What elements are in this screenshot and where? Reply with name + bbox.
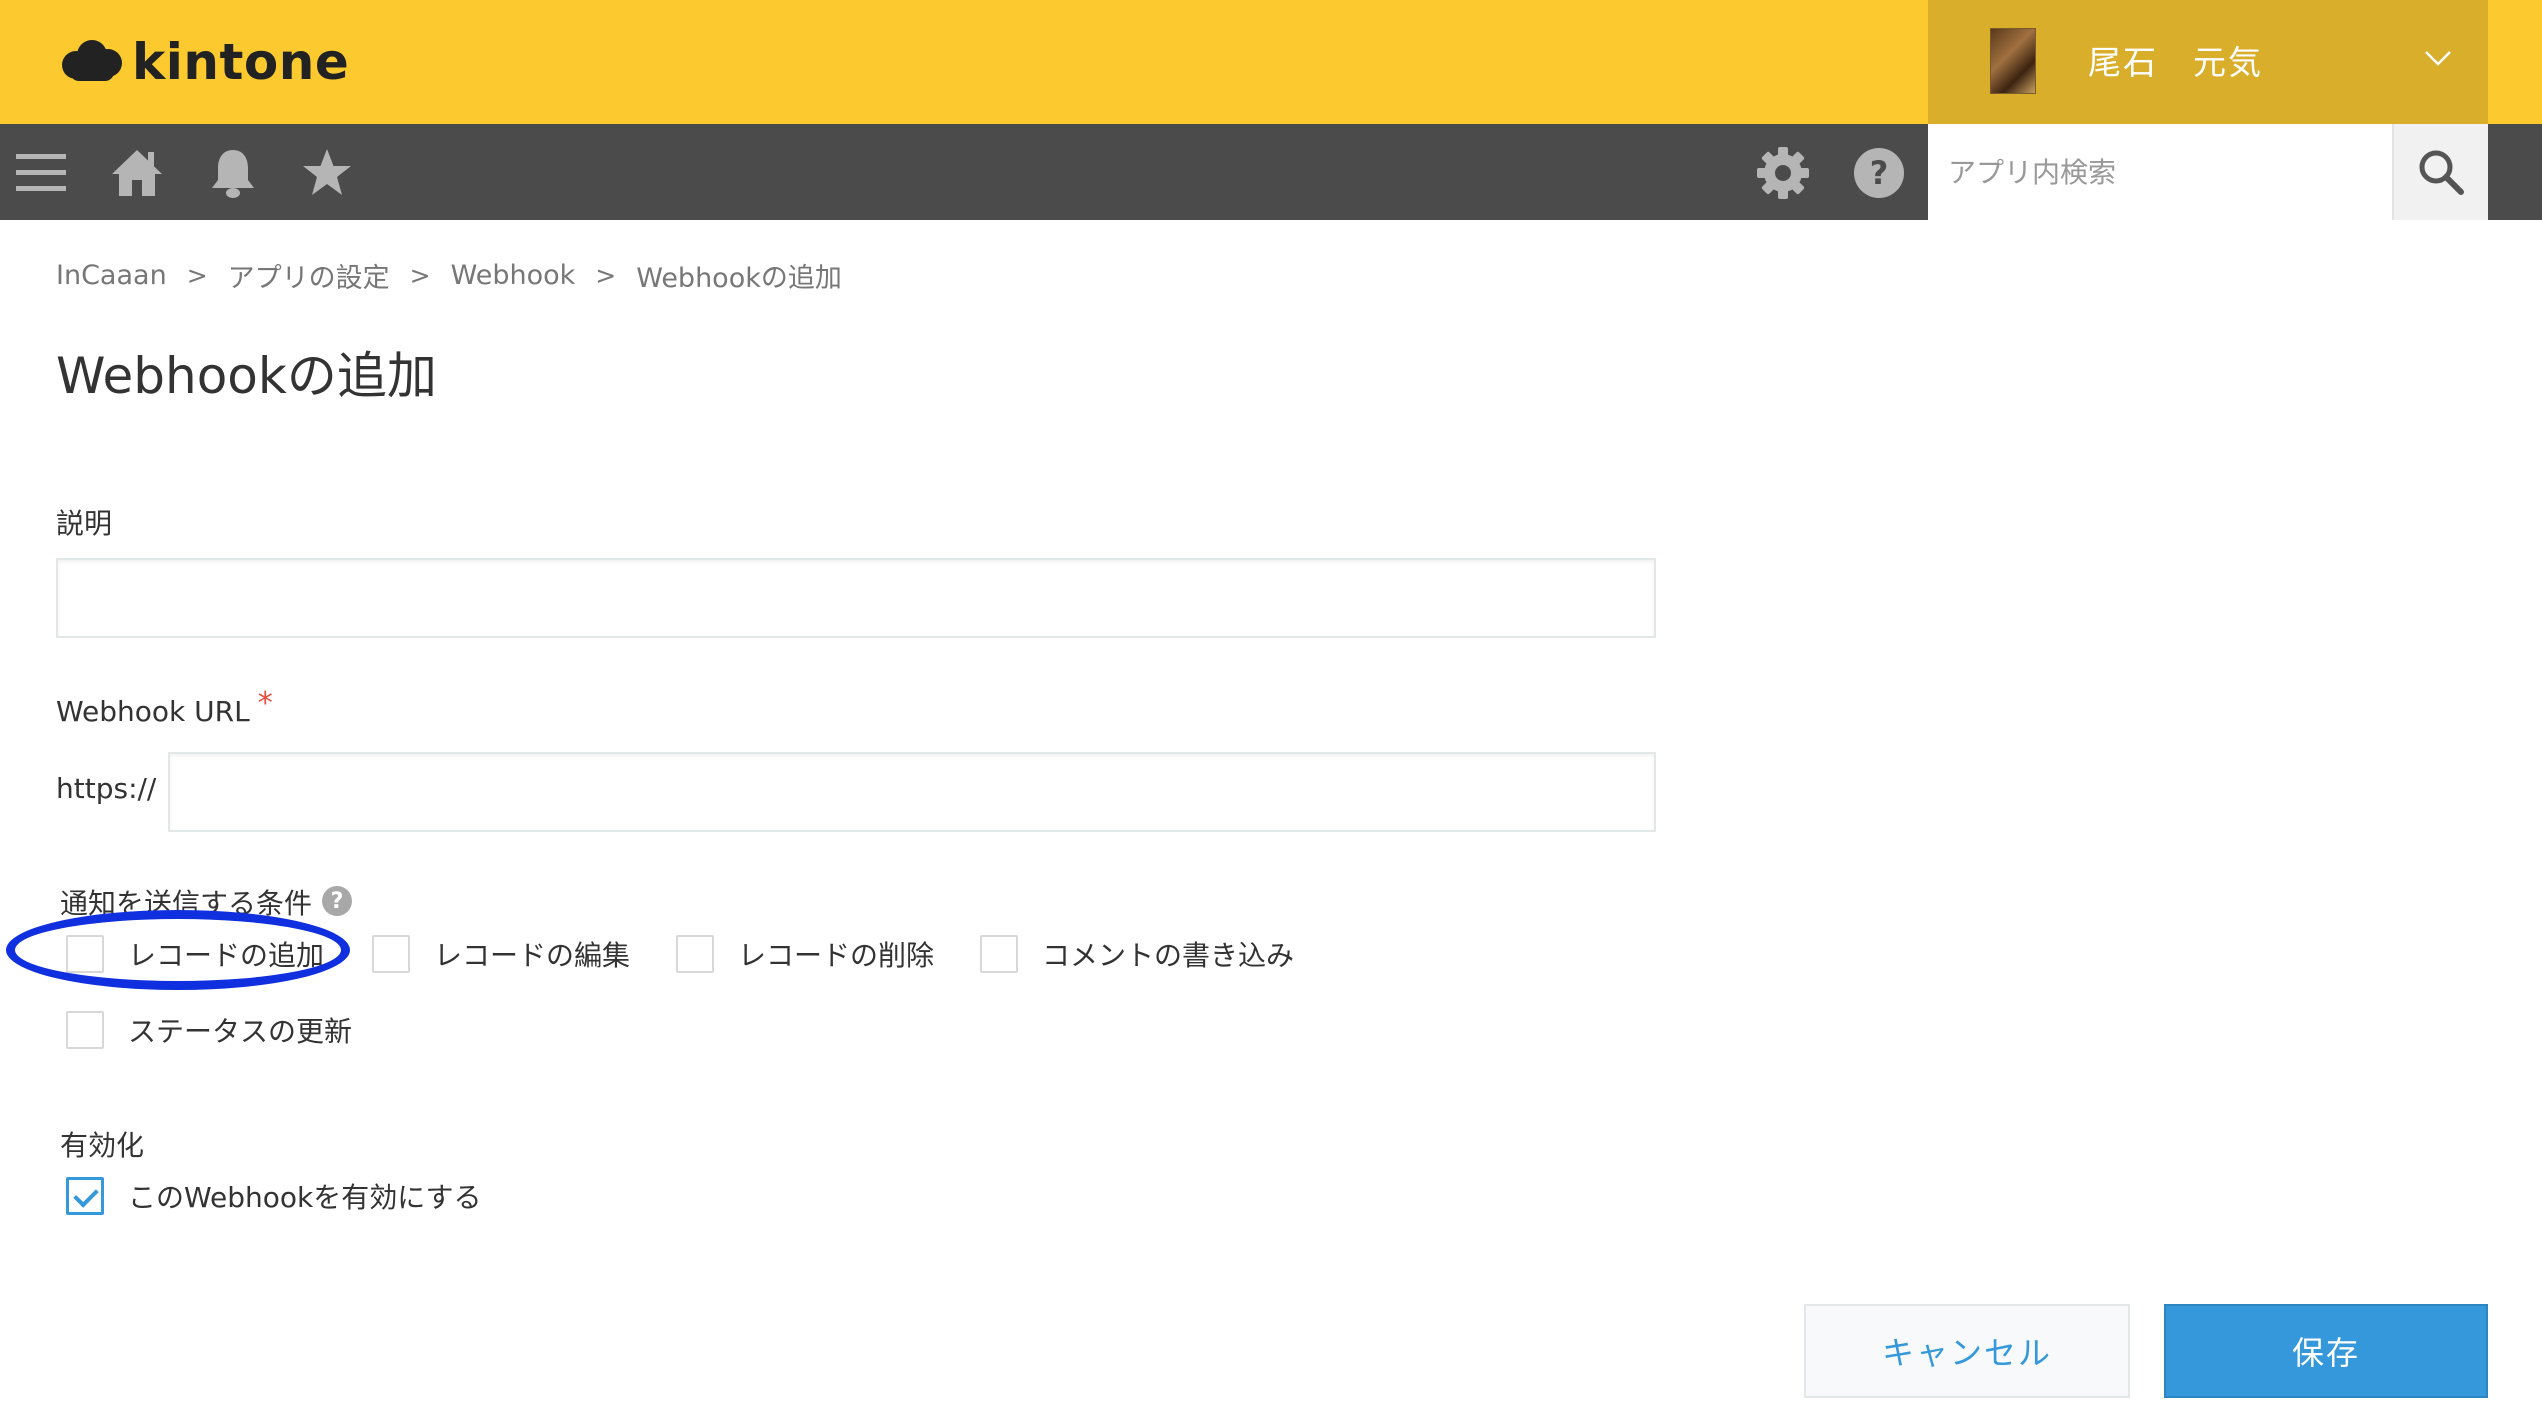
checkbox[interactable] — [676, 935, 714, 973]
checkbox[interactable] — [980, 935, 1018, 973]
bell-icon[interactable] — [206, 146, 260, 200]
breadcrumb-item-current: Webhookの追加 — [636, 263, 842, 294]
webhook-url-label: Webhook URL * — [56, 686, 273, 729]
breadcrumb-separator: > — [409, 261, 431, 290]
checkbox-label: このWebhookを有効にする — [128, 1181, 482, 1214]
breadcrumb-item-app-settings[interactable]: アプリの設定 — [228, 256, 390, 295]
condition-status-update[interactable]: ステータスの更新 — [66, 1010, 352, 1050]
enable-label: 有効化 — [60, 1129, 145, 1162]
breadcrumb-separator: > — [186, 261, 208, 290]
page-title: Webhookの追加 — [56, 347, 437, 405]
checkbox-label: コメントの書き込み — [1042, 939, 1295, 972]
breadcrumb-separator: > — [595, 261, 617, 290]
menu-icon[interactable] — [14, 146, 68, 200]
checkbox-label: レコードの削除 — [738, 939, 935, 972]
description-label: 説明 — [56, 507, 113, 540]
required-mark: * — [257, 686, 273, 721]
condition-record-add[interactable]: レコードの追加 — [66, 934, 324, 974]
breadcrumb-item-webhook[interactable]: Webhook — [451, 260, 576, 291]
enable-webhook[interactable]: このWebhookを有効にする — [66, 1176, 482, 1216]
logo-text: kintone — [132, 33, 350, 91]
user-name: 尾石 元気 — [2088, 43, 2263, 82]
webhook-url-input[interactable] — [168, 752, 1656, 832]
breadcrumb-item-app[interactable]: InCaaan — [56, 260, 167, 291]
webhook-url-label-text: Webhook URL — [56, 695, 250, 728]
help-icon[interactable]: ? — [1852, 146, 1906, 200]
checkbox-label: レコードの編集 — [434, 939, 631, 972]
search-icon — [2419, 150, 2464, 195]
breadcrumb: InCaaan > アプリの設定 > Webhook > Webhookの追加 — [56, 256, 842, 295]
url-prefix: https:// — [56, 772, 157, 805]
app-search-input[interactable] — [1928, 124, 2394, 220]
condition-record-delete[interactable]: レコードの削除 — [676, 934, 934, 974]
help-icon[interactable]: ? — [322, 886, 352, 916]
home-icon[interactable] — [110, 146, 164, 200]
svg-text:?: ? — [1870, 154, 1889, 192]
cancel-button[interactable]: キャンセル — [1804, 1304, 2130, 1398]
star-icon[interactable] — [300, 146, 354, 200]
checkbox[interactable] — [66, 1011, 104, 1049]
avatar — [1990, 28, 2036, 94]
user-menu[interactable]: 尾石 元気 — [1928, 0, 2488, 124]
description-input[interactable] — [56, 558, 1656, 638]
search-button[interactable] — [2392, 124, 2488, 220]
checkbox-label: レコードの追加 — [128, 939, 325, 972]
kintone-logo[interactable]: kintone — [60, 30, 349, 94]
cloud-logo-icon — [62, 40, 122, 81]
chevron-down-icon[interactable] — [2422, 46, 2454, 70]
condition-record-edit[interactable]: レコードの編集 — [372, 934, 630, 974]
checkbox-checked[interactable] — [66, 1177, 104, 1215]
checkbox-label: ステータスの更新 — [128, 1015, 353, 1048]
gear-icon[interactable] — [1756, 146, 1810, 200]
save-button[interactable]: 保存 — [2164, 1304, 2488, 1398]
conditions-label: 通知を送信する条件 — [60, 887, 313, 920]
top-header: kintone 尾石 元気 — [0, 0, 2542, 124]
checkbox[interactable] — [66, 935, 104, 973]
condition-comment[interactable]: コメントの書き込み — [980, 934, 1294, 974]
checkbox[interactable] — [372, 935, 410, 973]
